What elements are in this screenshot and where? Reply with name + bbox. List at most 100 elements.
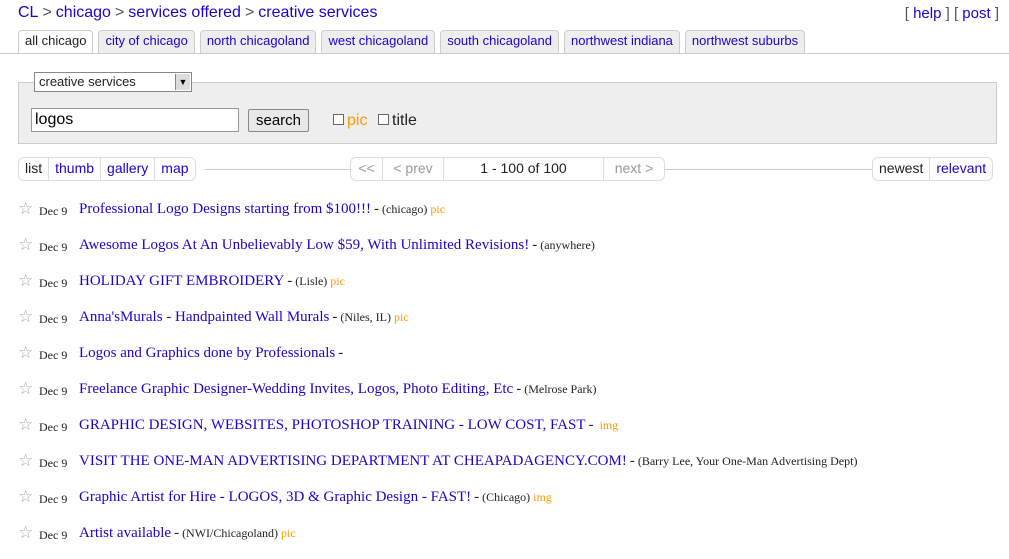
- pic-checkbox-label: pic: [347, 112, 368, 129]
- listing-location: (NWI/Chicagoland): [182, 526, 279, 540]
- favorite-star-icon[interactable]: ☆: [18, 415, 33, 435]
- help-link[interactable]: help: [913, 5, 941, 22]
- category-select-value: creative services: [39, 74, 136, 89]
- favorite-star-icon[interactable]: ☆: [18, 523, 33, 543]
- pager-range: 1 - 100 of 100: [444, 158, 604, 180]
- title-checkbox-label: title: [392, 112, 417, 129]
- tab-all-chicago[interactable]: all chicago: [18, 30, 94, 54]
- favorite-star-icon[interactable]: ☆: [18, 199, 33, 219]
- listing-separator: -: [287, 273, 293, 289]
- listing-body: Logos and Graphics done by Professionals…: [79, 345, 346, 362]
- favorite-star-icon[interactable]: ☆: [18, 379, 33, 399]
- sort-newest[interactable]: newest: [873, 158, 931, 180]
- listing-location: (Lisle): [295, 274, 328, 288]
- tab-south-chicagoland[interactable]: south chicagoland: [440, 30, 559, 54]
- sort-relevant[interactable]: relevant: [930, 158, 992, 180]
- tab-north-chicagoland[interactable]: north chicagoland: [199, 30, 317, 54]
- dropdown-arrow-icon[interactable]: ▼: [175, 74, 190, 90]
- breadcrumb: CL > chicago > services offered > creative ser…: [18, 4, 378, 21]
- view-list[interactable]: list: [19, 158, 50, 180]
- pager-first[interactable]: <<: [351, 158, 383, 180]
- listing-date: Dec 9: [39, 348, 68, 362]
- listing-location: (chicago): [382, 202, 428, 216]
- listing-title-link[interactable]: Artist available: [79, 525, 171, 541]
- pager-prev[interactable]: < prev: [383, 158, 444, 180]
- listing-location: (Melrose Park): [524, 382, 597, 396]
- listing-body: Awesome Logos At An Unbelievably Low $59…: [79, 237, 595, 254]
- search-input[interactable]: [31, 108, 239, 132]
- title-checkbox[interactable]: [378, 114, 389, 125]
- listing-location: (Chicago): [482, 490, 531, 504]
- listing-body: Anna'sMurals - Handpainted Wall Murals -(…: [79, 309, 409, 326]
- listing-body: Artist available - (NWI/Chicagoland) pic: [79, 525, 296, 542]
- listing-title-link[interactable]: Awesome Logos At An Unbelievably Low $59…: [79, 237, 529, 253]
- listing-body: Graphic Artist for Hire - LOGOS, 3D & Gr…: [79, 489, 552, 506]
- pager-next[interactable]: next >: [604, 158, 664, 180]
- listing-photo-tag: pic: [281, 526, 296, 540]
- listing-location: (Niles, IL): [340, 310, 391, 324]
- listing-date: Dec 9: [39, 456, 68, 470]
- listing-date: Dec 9: [39, 312, 68, 326]
- listing-title-link[interactable]: Professional Logo Designs starting from …: [79, 201, 371, 217]
- listing-body: Freelance Graphic Designer-Wedding Invit…: [79, 381, 597, 398]
- tab-city-of-chicago[interactable]: city of chicago: [98, 30, 195, 54]
- favorite-star-icon[interactable]: ☆: [18, 307, 33, 327]
- listing-separator: -: [338, 345, 344, 361]
- listing-separator: -: [629, 453, 635, 469]
- listing-title-link[interactable]: Freelance Graphic Designer-Wedding Invit…: [79, 381, 513, 397]
- listing-date: Dec 9: [39, 276, 68, 290]
- breadcrumb-creative-services[interactable]: creative services: [258, 4, 377, 21]
- favorite-star-icon[interactable]: ☆: [18, 343, 33, 363]
- tab-northwest-suburbs[interactable]: northwest suburbs: [684, 30, 806, 54]
- tab-northwest-indiana[interactable]: northwest indiana: [564, 30, 680, 54]
- tab-divider: [0, 53, 1009, 54]
- favorite-star-icon[interactable]: ☆: [18, 487, 33, 507]
- listing-location: (Barry Lee, Your One-Man Advertising Dep…: [637, 454, 858, 468]
- listing-title-link[interactable]: HOLIDAY GIFT EMBROIDERY: [79, 273, 284, 289]
- listing-title-link[interactable]: Anna'sMurals - Handpainted Wall Murals: [79, 309, 329, 325]
- listing-separator: -: [516, 381, 522, 397]
- listing-photo-tag: img: [533, 490, 552, 504]
- sort-group: newest relevant: [872, 157, 994, 181]
- tab-west-chicagoland[interactable]: west chicagoland: [321, 30, 436, 54]
- listing-body: Professional Logo Designs starting from …: [79, 201, 445, 218]
- category-select[interactable]: creative services ▼: [34, 72, 192, 92]
- breadcrumb-cl[interactable]: CL: [18, 4, 38, 21]
- search-button[interactable]: search: [248, 109, 309, 132]
- pic-checkbox[interactable]: [333, 114, 344, 125]
- favorite-star-icon[interactable]: ☆: [18, 235, 33, 255]
- listing-title-link[interactable]: GRAPHIC DESIGN, WEBSITES, PHOTOSHOP TRAI…: [79, 417, 586, 433]
- toolbar-divider-right: [665, 169, 872, 170]
- listing-separator: -: [374, 201, 380, 217]
- listing-title-link[interactable]: Logos and Graphics done by Professionals: [79, 345, 335, 361]
- listing-separator: -: [174, 525, 180, 541]
- pagination: << < prev 1 - 100 of 100 next >: [350, 157, 665, 181]
- top-links: [ help ] [ post ]: [904, 5, 999, 22]
- favorite-star-icon[interactable]: ☆: [18, 271, 33, 291]
- listing-body: GRAPHIC DESIGN, WEBSITES, PHOTOSHOP TRAI…: [79, 417, 618, 434]
- toolbar-divider-left: [205, 169, 350, 170]
- favorite-star-icon[interactable]: ☆: [18, 451, 33, 471]
- listing-photo-tag: pic: [430, 202, 446, 216]
- breadcrumb-chicago[interactable]: chicago: [56, 4, 111, 21]
- view-mode-group: list thumb gallery map: [18, 157, 196, 181]
- listing-separator: -: [332, 309, 338, 325]
- listing-photo-tag: img: [599, 418, 619, 432]
- view-gallery[interactable]: gallery: [101, 158, 156, 180]
- listing-date: Dec 9: [39, 240, 68, 254]
- listing-separator: -: [474, 489, 480, 505]
- area-tabs: all chicago city of chicago north chicag…: [18, 30, 806, 54]
- listing-date: Dec 9: [39, 204, 68, 218]
- listing-date: Dec 9: [39, 384, 68, 398]
- view-map[interactable]: map: [155, 158, 194, 180]
- listing-title-link[interactable]: VISIT THE ONE-MAN ADVERTISING DEPARTMENT…: [79, 453, 627, 469]
- view-thumb[interactable]: thumb: [49, 158, 102, 180]
- listing-title-link[interactable]: Graphic Artist for Hire - LOGOS, 3D & Gr…: [79, 489, 471, 505]
- breadcrumb-services-offered[interactable]: services offered: [128, 4, 241, 21]
- listing-separator: -: [588, 417, 594, 433]
- listing-separator: -: [532, 237, 538, 253]
- listing-date: Dec 9: [39, 492, 68, 506]
- post-link[interactable]: post: [962, 5, 990, 22]
- listing-photo-tag: pic: [330, 274, 345, 288]
- listing-date: Dec 9: [39, 528, 68, 542]
